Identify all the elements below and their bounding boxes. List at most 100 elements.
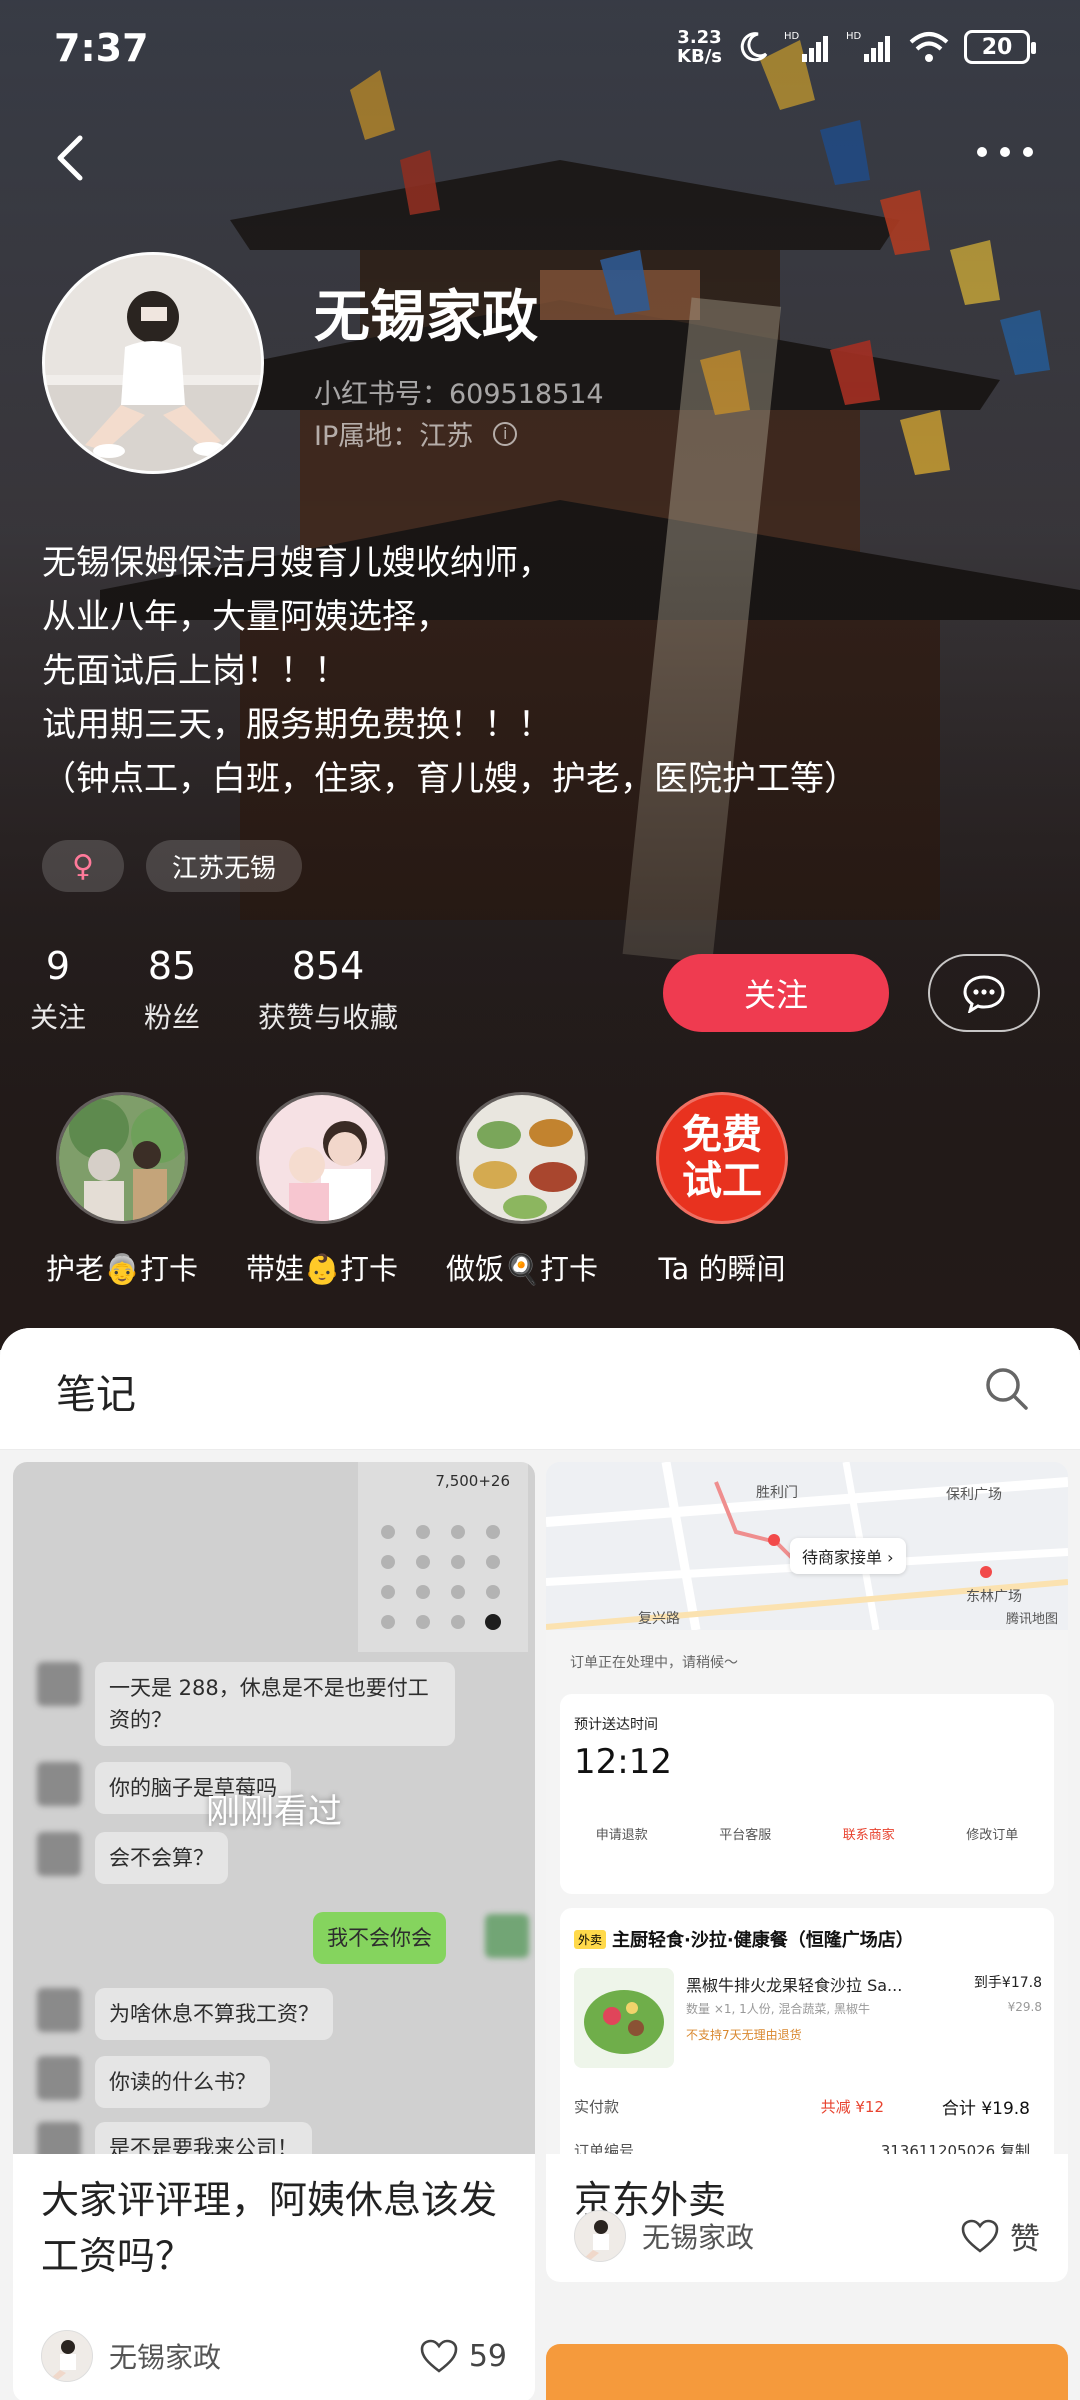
more-icon[interactable] — [970, 132, 1040, 172]
net-speed: 3.23 KB/s — [677, 28, 722, 66]
status-time: 7:37 — [54, 26, 149, 70]
profile-avatar[interactable] — [42, 252, 264, 474]
wifi-icon — [909, 32, 949, 62]
stat-number: 854 — [291, 944, 365, 988]
moon-icon — [740, 32, 768, 62]
bio-line: 试用期三天，服务期免费换！！！ — [42, 705, 552, 745]
stat-number: 9 — [45, 944, 71, 988]
highlight-cover — [456, 1092, 588, 1224]
highlight-moments[interactable]: 免费 试工 Ta 的瞬间 — [622, 1092, 822, 1288]
stat-likes-collects[interactable]: 854 获赞与收藏 — [258, 944, 398, 1036]
eta-card: 预计送达时间 12:12 申请退款 平台客服 联系商家 修改订单 — [560, 1694, 1054, 1894]
ip-location-text: IP属地：江苏 — [314, 421, 474, 452]
note-card[interactable]: 7,500+26 一天是 288，休息是不是也要付工资的？ 你的脑子是草莓吗 会… — [13, 1462, 535, 2400]
back-icon[interactable] — [42, 128, 102, 188]
note-card[interactable]: 胜利门 保利广场 东林广场 复兴路 腾讯地图 待商家接单 › 订单正在处理中，请… — [546, 1462, 1068, 2282]
like-count: 赞 — [1010, 2222, 1040, 2257]
order-actions: 申请退款 平台客服 联系商家 修改订单 — [560, 1824, 1054, 1843]
like-button[interactable]: 赞 — [960, 2214, 1040, 2258]
note-footer: 无锡家政 59 — [41, 2330, 507, 2382]
bio-line: 先面试后上岗！！！ — [42, 651, 348, 691]
stat-following[interactable]: 9 关注 — [30, 944, 86, 1036]
search-icon[interactable] — [982, 1364, 1032, 1414]
author-name[interactable]: 无锡家政 — [642, 2216, 960, 2256]
map-label: 胜利门 — [756, 1485, 798, 1501]
stat-label: 粉丝 — [144, 1001, 201, 1034]
item-price: 到手¥17.8 — [973, 1975, 1042, 1991]
order-label: 订单编号 — [574, 2142, 635, 2154]
order-action: 修改订单 — [966, 1828, 1019, 1843]
location-tag: 江苏无锡 — [146, 840, 303, 892]
item-desc: 数量 ×1, 1人份, 混合蔬菜, 黑椒牛 — [686, 2002, 871, 2016]
stat-followers[interactable]: 85 粉丝 — [144, 944, 200, 1036]
item-name: 黑椒牛排火龙果轻食沙拉 Sa... — [686, 1976, 903, 1995]
highlight-label: Ta 的瞬间 — [658, 1252, 786, 1286]
svg-text:HD: HD — [846, 31, 862, 42]
map-label: 东林广场 — [966, 1589, 1022, 1605]
free-trial-badge: 免费 试工 — [656, 1092, 788, 1224]
bio-line: 从业八年，大量阿姨选择， — [42, 597, 450, 637]
map-label: 腾讯地图 — [1005, 1612, 1058, 1627]
signal-icon-2: HD — [846, 31, 890, 62]
heart-icon — [961, 2219, 999, 2253]
order-action: 平台客服 — [719, 1828, 772, 1843]
shop-card: 外卖 主厨轻食·沙拉·健康餐（恒隆广场店） 黑椒牛排火龙果轻食沙拉 Sa... … — [560, 1908, 1054, 2154]
shop-name: 主厨轻食·沙拉·健康餐（恒隆广场店） — [612, 1930, 914, 1951]
order-action: 申请退款 — [595, 1828, 648, 1843]
author-avatar[interactable] — [574, 2210, 626, 2262]
heart-icon — [420, 2339, 458, 2373]
waiting-text: 待商家接单 — [802, 1548, 883, 1567]
item-orig-price: ¥29.8 — [1007, 2000, 1042, 2014]
status-icons: 3.23 KB/s HD HD 20 — [677, 28, 1036, 66]
map-label: 保利广场 — [946, 1487, 1002, 1503]
highlight-elder-care[interactable]: 护老👵打卡 — [22, 1092, 222, 1288]
like-count: 59 — [468, 2338, 507, 2374]
net-speed-unit: KB/s — [677, 46, 722, 67]
signal-icon: HD — [784, 31, 828, 62]
eta-time: 12:12 — [574, 1742, 672, 1782]
profile-header: 7:37 3.23 KB/s HD HD 20 无锡家政 小红书号：609518… — [0, 0, 1080, 1350]
waiting-pill: 待商家接单 › — [790, 1538, 906, 1574]
author-avatar[interactable] — [41, 2330, 93, 2382]
battery-icon: 20 — [964, 30, 1036, 64]
note-cover-chat-screenshot: 7,500+26 一天是 288，休息是不是也要付工资的？ 你的脑子是草莓吗 会… — [13, 1462, 535, 2154]
discount-text: 共减 ¥12 — [820, 2098, 884, 2116]
food-thumbnail — [574, 1968, 674, 2068]
profile-ip: IP属地：江苏 i — [314, 414, 518, 453]
profile-bio: 无锡保姆保洁月嫂育儿嫂收纳师， 从业八年，大量阿姨选择， 先面试后上岗！！！ 试… — [42, 536, 858, 806]
highlight-cover — [56, 1092, 188, 1224]
highlight-cooking[interactable]: 做饭🍳打卡 — [422, 1092, 622, 1288]
highlight-childcare[interactable]: 带娃👶打卡 — [222, 1092, 422, 1288]
badge-line: 免费 — [682, 1112, 762, 1158]
map-label: 复兴路 — [638, 1611, 680, 1627]
follow-button[interactable]: 关注 — [663, 954, 889, 1032]
info-icon[interactable]: i — [493, 421, 518, 446]
order-notice: 订单正在处理中，请稍候～ — [570, 1655, 738, 1671]
note-cover-order-screenshot: 胜利门 保利广场 东林广场 复兴路 腾讯地图 待商家接单 › 订单正在处理中，请… — [546, 1462, 1068, 2154]
map-snippet: 胜利门 保利广场 东林广场 复兴路 腾讯地图 待商家接单 › — [546, 1462, 1068, 1630]
tab-notes[interactable]: 笔记 — [56, 1362, 136, 1420]
profile-stats: 9 关注 85 粉丝 854 获赞与收藏 — [30, 944, 456, 1036]
badge-line: 试工 — [682, 1158, 762, 1204]
eta-label: 预计送达时间 — [574, 1717, 658, 1733]
stat-number: 85 — [147, 944, 197, 988]
profile-name: 无锡家政 — [314, 285, 538, 350]
avatar-photo — [45, 255, 261, 471]
shop-row: 外卖 主厨轻食·沙拉·健康餐（恒隆广场店） — [574, 1926, 914, 1952]
paid-label: 实付款 — [574, 2098, 620, 2116]
order-number: 313611205026 复制 — [880, 2142, 1030, 2154]
next-note-card-peek[interactable] — [546, 2344, 1068, 2400]
highlight-label: 做饭🍳打卡 — [445, 1252, 599, 1286]
status-bar: 7:37 3.23 KB/s HD HD 20 — [0, 0, 1080, 100]
highlights-row: 护老👵打卡 带娃👶打卡 做饭🍳打卡 免费 试工 Ta 的瞬间 — [22, 1092, 822, 1288]
message-button[interactable] — [928, 954, 1040, 1032]
highlight-label: 带娃👶打卡 — [245, 1252, 399, 1286]
note-title: 大家评评理，阿姨休息该发工资吗？ — [41, 2178, 498, 2278]
note-footer: 无锡家政 赞 — [574, 2210, 1040, 2262]
like-button[interactable]: 59 — [419, 2338, 507, 2374]
author-name[interactable]: 无锡家政 — [109, 2336, 419, 2376]
highlight-cover — [256, 1092, 388, 1224]
svg-text:HD: HD — [784, 31, 800, 42]
stat-label: 获赞与收藏 — [258, 1001, 399, 1034]
bio-line: 无锡保姆保洁月嫂育儿嫂收纳师， — [42, 543, 552, 583]
